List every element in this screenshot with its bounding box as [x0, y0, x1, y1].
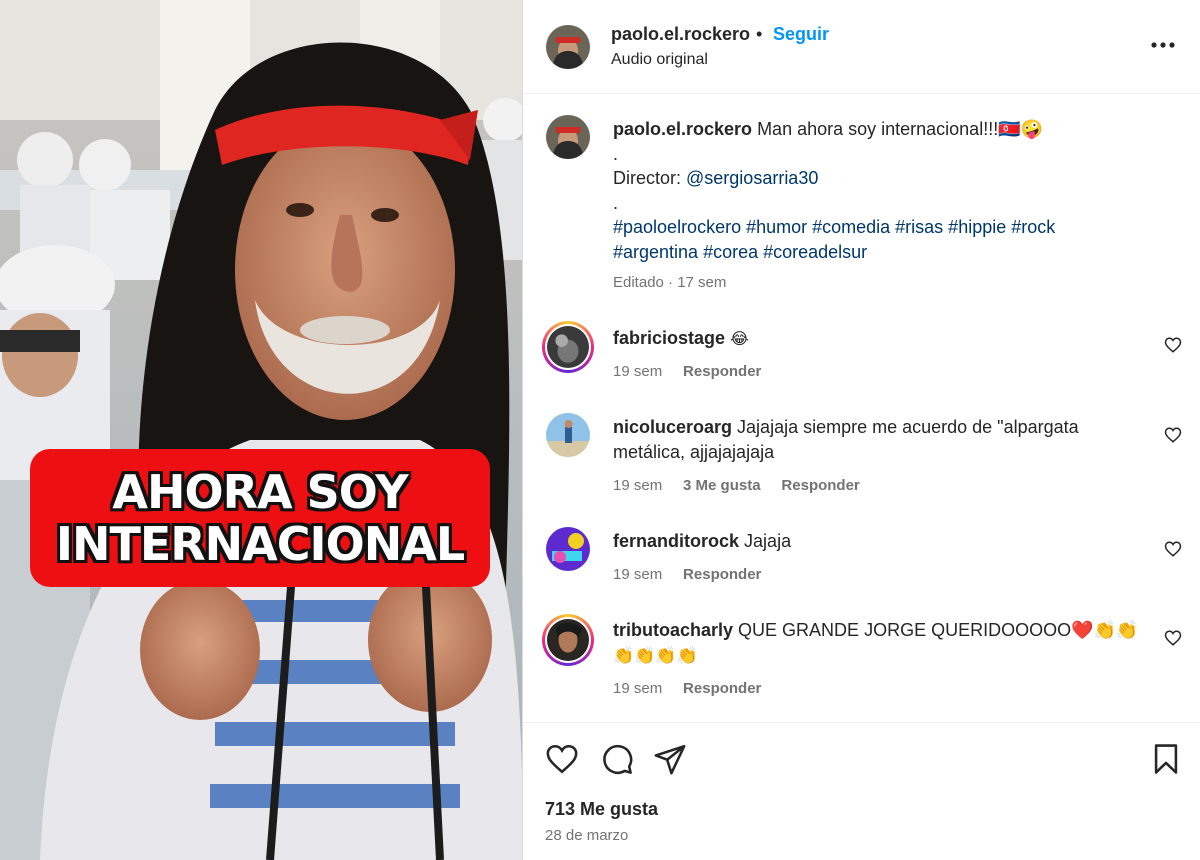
author-username[interactable]: paolo.el.rockero	[611, 24, 750, 45]
caption-author-avatar[interactable]	[546, 115, 590, 159]
caption-edited: Editado · 17 sem	[613, 274, 727, 291]
author-avatar[interactable]	[546, 25, 590, 69]
comment-text: 😂	[730, 329, 749, 348]
post-date[interactable]: 28 de marzo	[545, 827, 628, 844]
hashtags-line-1[interactable]: #paoloelrockero #humor #comedia #risas #…	[613, 215, 1055, 240]
comment-username[interactable]: fernanditorock	[613, 531, 739, 551]
caption-dot-2: .	[613, 193, 619, 213]
post-media[interactable]: AHORA SOY INTERNACIONAL	[0, 0, 523, 860]
comment-time[interactable]: 19 sem	[613, 566, 662, 583]
commenter-avatar[interactable]	[542, 614, 594, 666]
post-header: paolo.el.rockero • Seguir Audio original	[523, 0, 1200, 94]
comment-time[interactable]: 19 sem	[613, 363, 662, 380]
likes-count[interactable]: 713 Me gusta	[545, 799, 658, 820]
heart-icon[interactable]	[1164, 540, 1182, 558]
comment-meta: 19 sem 3 Me gusta Responder	[613, 477, 860, 494]
comment-username[interactable]: tributoacharly	[613, 620, 733, 640]
comment-username[interactable]: fabriciostage	[613, 328, 725, 348]
heart-icon[interactable]	[1164, 426, 1182, 444]
comment-body: fabriciostage 😂	[613, 326, 749, 352]
header-separator: •	[756, 24, 763, 44]
comment-body: tributoacharly QUE GRANDE JORGE QUERIDOO…	[613, 618, 1138, 643]
comment-meta: 19 sem Responder	[613, 363, 761, 380]
comment-text-line-1: QUE GRANDE JORGE QUERIDOOOOO❤️👏👏	[738, 620, 1139, 640]
bookmark-icon[interactable]	[1149, 742, 1183, 776]
more-horizontal-icon[interactable]	[1148, 35, 1178, 55]
heart-icon[interactable]	[545, 742, 579, 776]
commenter-avatar[interactable]	[546, 527, 590, 571]
instagram-post-view: AHORA SOY INTERNACIONAL paolo.el.rockero…	[0, 0, 1200, 860]
comment-body: fernanditorock Jajaja	[613, 529, 791, 554]
commenter-avatar[interactable]	[546, 413, 590, 457]
comment-body: nicoluceroarg Jajajaja siempre me acuerd…	[613, 415, 1079, 440]
heart-icon[interactable]	[1164, 336, 1182, 354]
caption-dot-1: .	[613, 144, 619, 164]
comment-text-line-1: Jajajaja siempre me acuerdo de "alpargat…	[737, 417, 1079, 437]
comment-likes[interactable]: 3 Me gusta	[683, 477, 761, 494]
reply-button[interactable]: Responder	[683, 566, 761, 583]
director-mention[interactable]: @sergiosarria30	[686, 168, 818, 188]
comments-scroll-area[interactable]: paolo.el.rockero Man ahora soy internaci…	[523, 95, 1200, 722]
post-details-panel: paolo.el.rockero • Seguir Audio original…	[523, 0, 1200, 860]
comment-username[interactable]: nicoluceroarg	[613, 417, 732, 437]
comment-text: Jajaja	[744, 531, 792, 551]
director-label: Director:	[613, 168, 687, 188]
comment-time[interactable]: 19 sem	[613, 477, 662, 494]
reply-button[interactable]: Responder	[683, 680, 761, 697]
reply-button[interactable]: Responder	[781, 477, 859, 494]
audio-label[interactable]: Audio original	[611, 51, 708, 69]
comment-icon[interactable]	[600, 742, 634, 776]
comment-meta: 19 sem Responder	[613, 680, 761, 697]
heart-icon[interactable]	[1164, 629, 1182, 647]
comment-text-line-2: 👏👏👏👏	[613, 646, 698, 666]
follow-button[interactable]: Seguir	[773, 24, 829, 45]
hashtags-line-2[interactable]: #argentina #corea #coreadelsur	[613, 240, 867, 265]
caption-text: Man ahora soy internacional!!!🇰🇵🤪	[757, 119, 1044, 139]
comment-meta: 19 sem Responder	[613, 566, 761, 583]
comment-time[interactable]: 19 sem	[613, 680, 662, 697]
overlay-line-2: INTERNACIONAL	[55, 517, 465, 571]
reply-button[interactable]: Responder	[683, 363, 761, 380]
comment-text-line-2: metálica, ajjajajajaja	[613, 442, 775, 462]
caption-username[interactable]: paolo.el.rockero	[613, 119, 752, 139]
overlay-line-1: AHORA SOY	[112, 465, 408, 519]
caption-line: paolo.el.rockero Man ahora soy internaci…	[613, 117, 1043, 142]
video-text-overlay: AHORA SOY INTERNACIONAL	[30, 449, 490, 587]
caption-director: Director: @sergiosarria30	[613, 166, 818, 191]
commenter-avatar[interactable]	[542, 321, 594, 373]
video-frame	[0, 0, 523, 860]
post-actions: 713 Me gusta 28 de marzo	[523, 722, 1200, 860]
send-icon[interactable]	[653, 742, 687, 776]
